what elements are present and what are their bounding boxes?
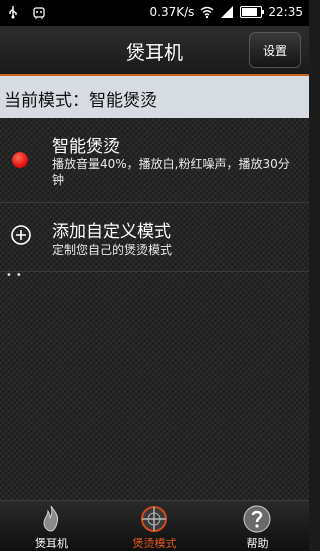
plus-circle-icon: [10, 224, 32, 246]
mode-title: 智能煲烫: [52, 137, 120, 157]
help-icon: [242, 504, 272, 534]
battery-icon: [240, 6, 265, 18]
mode-item-add-custom[interactable]: 添加自定义模式 定制您自己的煲烫模式: [0, 203, 309, 272]
title-bar: 煲耳机 设置: [0, 26, 309, 76]
status-bar: 0.37K/s 22:35: [0, 0, 309, 26]
nav-item-burn-headphones[interactable]: 煲耳机: [0, 501, 103, 551]
nav-label: 煲耳机: [35, 537, 68, 550]
clock: 22:35: [268, 5, 303, 19]
red-dot-icon: [12, 152, 28, 168]
nav-label: 帮助: [246, 537, 269, 550]
mode-list: 智能煲烫 播放音量40%，播放白,粉红噪声，播放30分钟 添加自定义模式 定制您…: [0, 118, 309, 500]
mode-title: 添加自定义模式: [52, 222, 171, 242]
settings-button[interactable]: 设置: [249, 32, 301, 68]
nav-item-burn-modes[interactable]: 煲烫模式: [103, 501, 206, 551]
nav-item-help[interactable]: 帮助: [206, 501, 309, 551]
wifi-icon: [200, 5, 214, 19]
android-robot-icon: [32, 5, 46, 19]
crosshair-globe-icon: [139, 504, 169, 534]
current-mode-bar: 当前模式：智能煲烫: [0, 76, 309, 118]
usb-icon: [6, 5, 20, 19]
nav-label: 煲烫模式: [132, 537, 177, 550]
bottom-nav: 煲耳机 煲烫模式 帮助: [0, 500, 309, 551]
current-mode-label: 当前模式：智能煲烫: [4, 91, 157, 111]
mode-description: 定制您自己的煲烫模式: [52, 243, 173, 257]
mode-description: 播放音量40%，播放白,粉红噪声，播放30分钟: [52, 157, 290, 187]
signal-icon: [220, 5, 234, 19]
network-speed: 0.37K/s: [149, 5, 195, 19]
scroll-indicator: ••: [6, 270, 26, 281]
flame-icon: [36, 504, 66, 534]
mode-item-smart[interactable]: 智能煲烫 播放音量40%，播放白,粉红噪声，播放30分钟: [0, 118, 309, 203]
